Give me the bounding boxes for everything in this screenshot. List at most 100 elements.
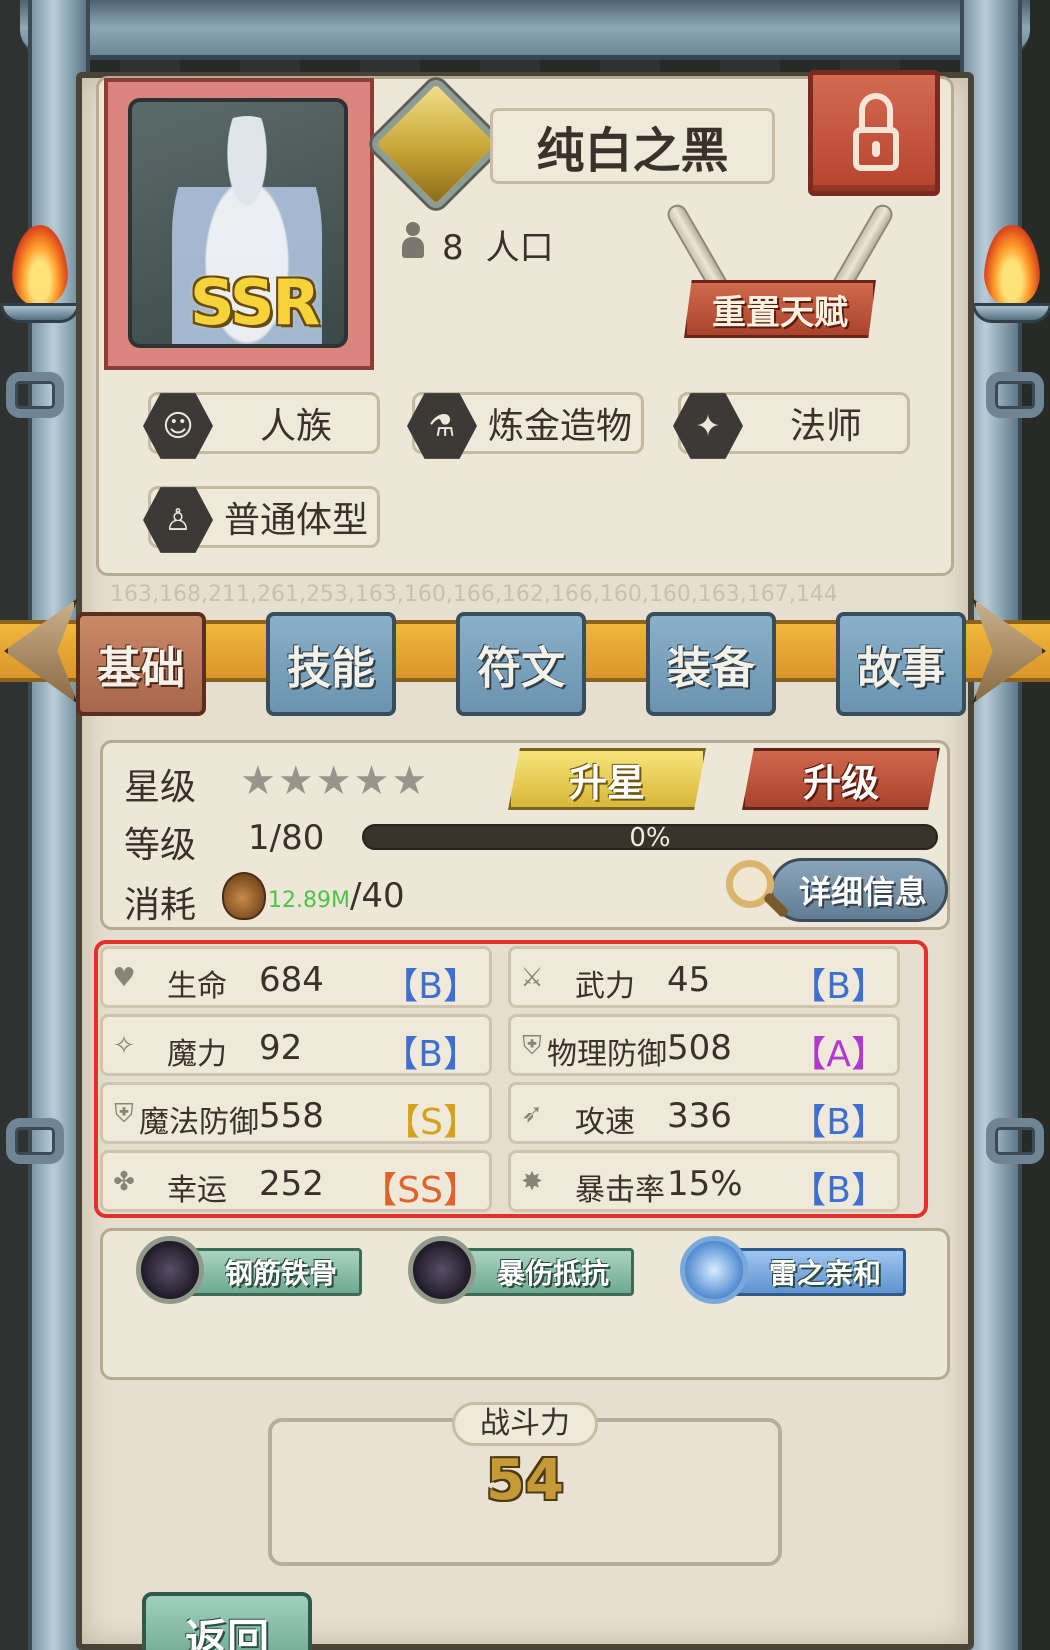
cost-owned: 12.89M: [268, 888, 350, 913]
tab-skills[interactable]: 技能: [266, 612, 396, 716]
thunder-fist-icon: [680, 1236, 748, 1304]
lock-shackle-icon: [859, 93, 893, 131]
stat-row: ✧ 魔力 92 【B】: [100, 1014, 492, 1076]
tag-race[interactable]: ☺ 人族: [143, 392, 380, 459]
stat-grade: 【B】: [790, 1102, 887, 1143]
stat-row: ✤ 幸运 252 【SS】: [100, 1150, 492, 1212]
stat-value: 684: [259, 960, 324, 1000]
stat-name: 生命: [167, 969, 227, 1004]
stat-value: 45: [667, 960, 711, 1000]
tab-basic[interactable]: 基础: [76, 612, 206, 716]
trait-badge[interactable]: 暴伤抵抗: [408, 1236, 640, 1304]
population-label: 人口: [485, 228, 554, 268]
chain-icon: [6, 372, 64, 418]
back-button[interactable]: 返回: [142, 1592, 312, 1650]
stat-name: 魔力: [167, 1037, 227, 1072]
flame-icon: [984, 225, 1040, 305]
tag-class-label: 法师: [789, 406, 862, 447]
population-value: 8: [442, 228, 464, 268]
armored-warrior-icon: [136, 1236, 204, 1304]
stat-value: 252: [259, 1164, 324, 1204]
stat-value: 508: [667, 1028, 732, 1068]
sparkle-icon: ✧: [113, 1031, 135, 1061]
level-up-button[interactable]: 升级: [742, 748, 940, 810]
tag-body-label: 普通体型: [223, 500, 368, 541]
tab-story[interactable]: 故事: [836, 612, 966, 716]
star-icon: ★: [391, 758, 430, 804]
tag-type-label: 炼金造物: [487, 406, 632, 447]
banner-numbers: 163,168,211,261,253,163,160,166,162,166,…: [110, 582, 838, 607]
stat-name: 魔法防御: [139, 1105, 259, 1140]
tag-race-label: 人族: [259, 406, 332, 447]
flame-icon: [12, 225, 68, 305]
hero-name: 纯白之黑: [490, 108, 775, 184]
level-label: 等级: [124, 825, 197, 866]
trait-badge[interactable]: 钢筋铁骨: [136, 1236, 368, 1304]
stat-value: 558: [259, 1096, 324, 1136]
stat-row: ➶ 攻速 336 【B】: [508, 1082, 900, 1144]
tag-class[interactable]: ✦ 法师: [673, 392, 910, 459]
star-rating: ★★★★★: [240, 758, 429, 804]
mage-sigil-icon: ✦: [673, 393, 743, 459]
magic-shield-icon: ⛨: [114, 1099, 134, 1129]
star-icon: ★: [315, 758, 354, 804]
tag-type[interactable]: ⚗ 炼金造物: [407, 392, 644, 459]
attack-speed-icon: ➶: [521, 1099, 543, 1129]
stat-grade: 【S】: [384, 1102, 479, 1143]
stat-name: 幸运: [167, 1173, 227, 1208]
stat-value: 92: [259, 1028, 303, 1068]
tab-runes[interactable]: 符文: [456, 612, 586, 716]
stat-row: ✸ 暴击率 15% 【B】: [508, 1150, 900, 1212]
lock-button[interactable]: [808, 70, 940, 196]
coconut-resource-icon: [222, 872, 266, 920]
clover-icon: ✤: [113, 1167, 135, 1197]
stat-grade: 【B】: [790, 966, 887, 1007]
cost-value: 12.89M/40: [268, 876, 405, 916]
stat-row: ⚔ 武力 45 【B】: [508, 946, 900, 1008]
tab-equipment[interactable]: 装备: [646, 612, 776, 716]
stat-grade: 【B】: [382, 966, 479, 1007]
heart-icon: ♥: [112, 963, 136, 993]
level-value: 1/80: [248, 818, 325, 858]
torch-bowl: [0, 303, 80, 323]
human-face-icon: ☺: [143, 393, 213, 459]
xp-progress-bar: 0%: [362, 823, 938, 853]
body-figure-icon: ♙: [143, 487, 213, 553]
chain-icon: [6, 1118, 64, 1164]
top-arch: [20, 0, 1030, 60]
detail-info-button[interactable]: 详细信息: [770, 858, 948, 922]
stat-grade: 【B】: [790, 1170, 887, 1211]
magnifier-icon[interactable]: [722, 856, 790, 922]
stat-name: 物理防御: [547, 1037, 667, 1072]
crit-icon: ✸: [521, 1167, 543, 1197]
stat-value: 15%: [667, 1164, 743, 1204]
stat-grade: 【B】: [382, 1034, 479, 1075]
stat-value: 336: [667, 1096, 732, 1136]
stat-grade: 【A】: [790, 1034, 887, 1075]
shield-icon: ⛨: [522, 1031, 542, 1061]
stat-name: 攻速: [575, 1105, 635, 1140]
star-label: 星级: [124, 767, 197, 808]
star-icon: ★: [240, 758, 278, 804]
hero-portrait-card[interactable]: SSR: [104, 78, 374, 370]
population-icon: [400, 222, 426, 258]
reset-talent-button[interactable]: 重置天赋: [684, 280, 876, 338]
cost-label: 消耗: [124, 885, 197, 926]
star-icon: ★: [353, 758, 392, 804]
right-torch: [966, 225, 1050, 345]
chain-icon: [986, 372, 1044, 418]
xp-percent: 0%: [629, 823, 671, 853]
combat-power-label: 战斗力: [452, 1402, 598, 1446]
population: 8 人口: [442, 220, 576, 269]
stat-grade: 【SS】: [361, 1170, 479, 1211]
trait-badge[interactable]: 雷之亲和: [680, 1236, 912, 1304]
torch-bowl: [972, 303, 1050, 323]
stat-name: 武力: [575, 969, 635, 1004]
star-icon: ★: [277, 758, 316, 804]
chain-icon: [986, 1118, 1044, 1164]
stat-row: ⛨ 魔法防御 558 【S】: [100, 1082, 492, 1144]
sword-icon: ⚔: [520, 963, 544, 993]
upgrade-star-button[interactable]: 升星: [508, 748, 706, 810]
tag-body[interactable]: ♙ 普通体型: [143, 486, 380, 553]
shadow-demon-icon: [408, 1236, 476, 1304]
